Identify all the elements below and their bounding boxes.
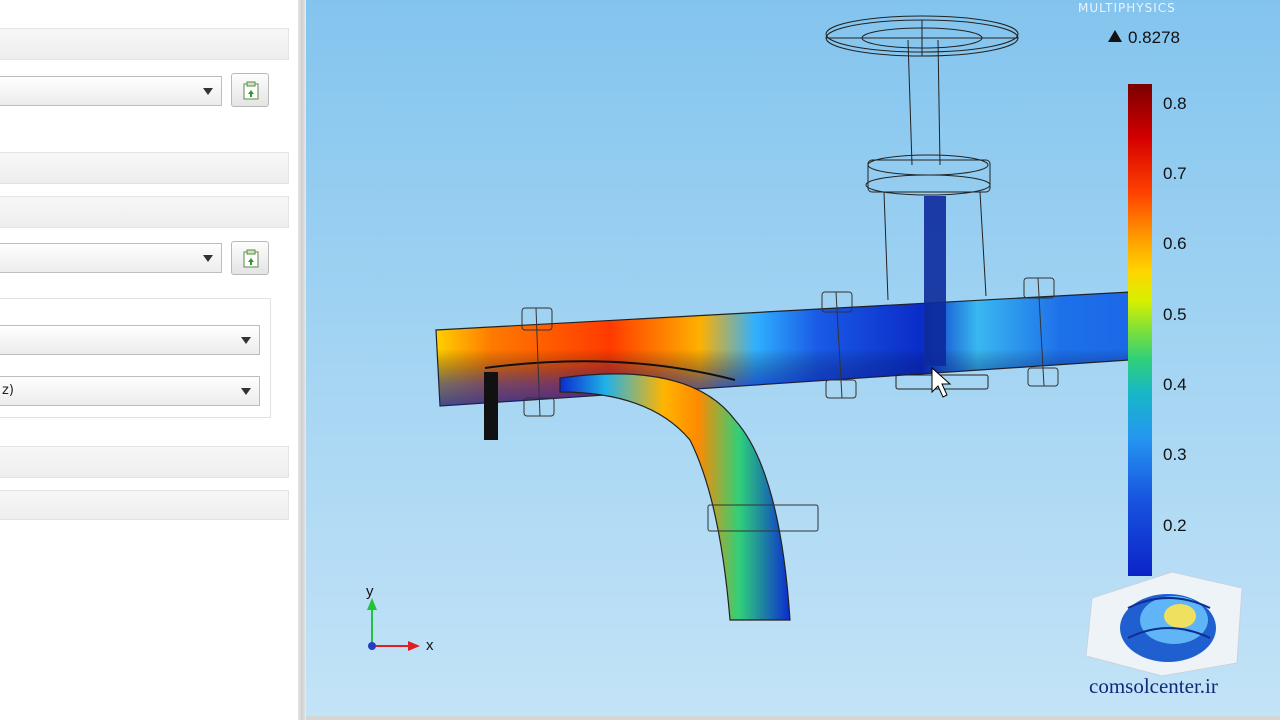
brand-text: comsolcenter.ir xyxy=(1089,674,1218,698)
comsol-logo-icon xyxy=(1085,571,1243,677)
settings-panel: z) xyxy=(0,0,300,720)
max-value: 0.8278 xyxy=(1128,28,1180,47)
combo-box-3[interactable] xyxy=(0,325,260,355)
x-axis-label: x xyxy=(426,637,434,654)
chevron-down-icon xyxy=(203,255,213,262)
replace-expression-button[interactable] xyxy=(231,73,269,107)
graphics-window-border xyxy=(306,716,1280,720)
combo-box-1[interactable] xyxy=(0,76,222,106)
color-legend-bar xyxy=(1128,84,1152,576)
axis-triad: y x xyxy=(366,583,434,654)
max-value-label: 0.8278 xyxy=(1108,28,1180,48)
chevron-down-icon xyxy=(203,88,213,95)
colorbar-tick: 0.6 xyxy=(1163,234,1187,253)
insert-expression-icon xyxy=(243,81,259,100)
combo-box-2[interactable] xyxy=(0,243,222,273)
section-header-5[interactable] xyxy=(0,490,289,520)
valve-stem xyxy=(924,196,946,366)
insert-expression-icon xyxy=(243,249,259,268)
colorbar-tick: 0.2 xyxy=(1163,516,1187,535)
watermark: MULTIPHYSICS xyxy=(1078,1,1176,15)
colorbar-tick: 0.3 xyxy=(1163,445,1187,464)
chevron-down-icon xyxy=(241,388,251,395)
replace-expression-button-2[interactable] xyxy=(231,241,269,275)
colorbar-tick: 0.5 xyxy=(1163,305,1187,324)
colorbar-tick: 0.4 xyxy=(1163,375,1187,394)
max-triangle-icon xyxy=(1108,30,1122,42)
section-header-1[interactable] xyxy=(0,28,289,60)
section-header-2[interactable] xyxy=(0,152,289,184)
colorbar-tick: 0.7 xyxy=(1163,164,1187,183)
chevron-down-icon xyxy=(241,337,251,344)
panel-splitter[interactable] xyxy=(298,0,306,720)
main-pipe-shading xyxy=(436,292,1130,406)
x-axis-arrowhead xyxy=(408,641,420,651)
elbow-pipe xyxy=(559,373,791,621)
colorbar-tick: 0.8 xyxy=(1163,94,1187,113)
inlet-baffle xyxy=(484,372,498,440)
z-axis-dot xyxy=(368,642,376,650)
combo-box-4[interactable]: z) xyxy=(0,376,260,406)
section-header-4[interactable] xyxy=(0,446,289,478)
y-axis-label: y xyxy=(366,583,374,600)
section-header-3[interactable] xyxy=(0,196,289,228)
combo-box-4-value: z) xyxy=(2,383,14,398)
